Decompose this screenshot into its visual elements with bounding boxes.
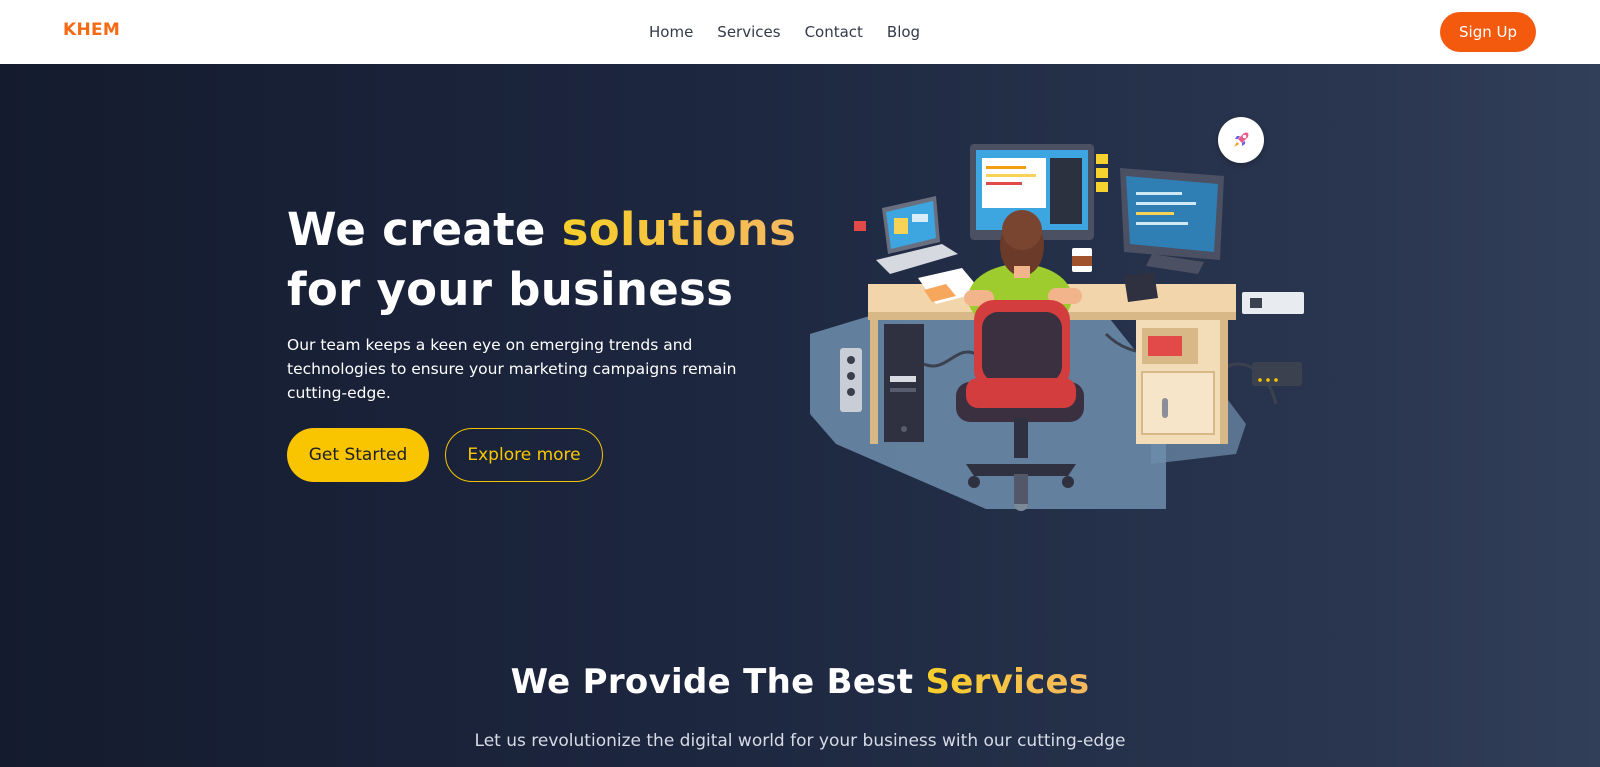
get-started-button[interactable]: Get Started <box>287 428 429 482</box>
logo[interactable]: KHEM <box>63 20 120 40</box>
hero-section: We create solutions for your business Our… <box>0 64 1600 767</box>
hero-title-accent: solutions <box>561 203 797 256</box>
explore-more-button[interactable]: Explore more <box>445 428 603 482</box>
nav-link-services[interactable]: Services <box>717 23 780 41</box>
hero-title: We create solutions for your business <box>287 200 807 320</box>
services-title-accent: Services <box>925 662 1090 702</box>
rocket-badge <box>1218 117 1264 163</box>
services-subtitle: Let us revolutionize the digital world f… <box>474 731 1126 751</box>
sign-up-button[interactable]: Sign Up <box>1440 12 1536 52</box>
nav-link-blog[interactable]: Blog <box>887 23 920 41</box>
hero-title-part1: We create <box>287 203 562 256</box>
services-title-part1: We Provide The Best <box>510 662 926 702</box>
nav-link-contact[interactable]: Contact <box>805 23 863 41</box>
services-title: We Provide The Best Services <box>0 662 1600 702</box>
nav-links: Home Services Contact Blog <box>649 23 920 41</box>
nav-link-home[interactable]: Home <box>649 23 693 41</box>
rocket-icon <box>1234 132 1249 147</box>
navbar: KHEM Home Services Contact Blog Sign Up <box>0 0 1600 64</box>
developer-desk-illustration <box>810 144 1304 511</box>
hero-title-part2: for your business <box>287 263 734 316</box>
hero-description: Our team keeps a keen eye on emerging tr… <box>287 336 737 402</box>
